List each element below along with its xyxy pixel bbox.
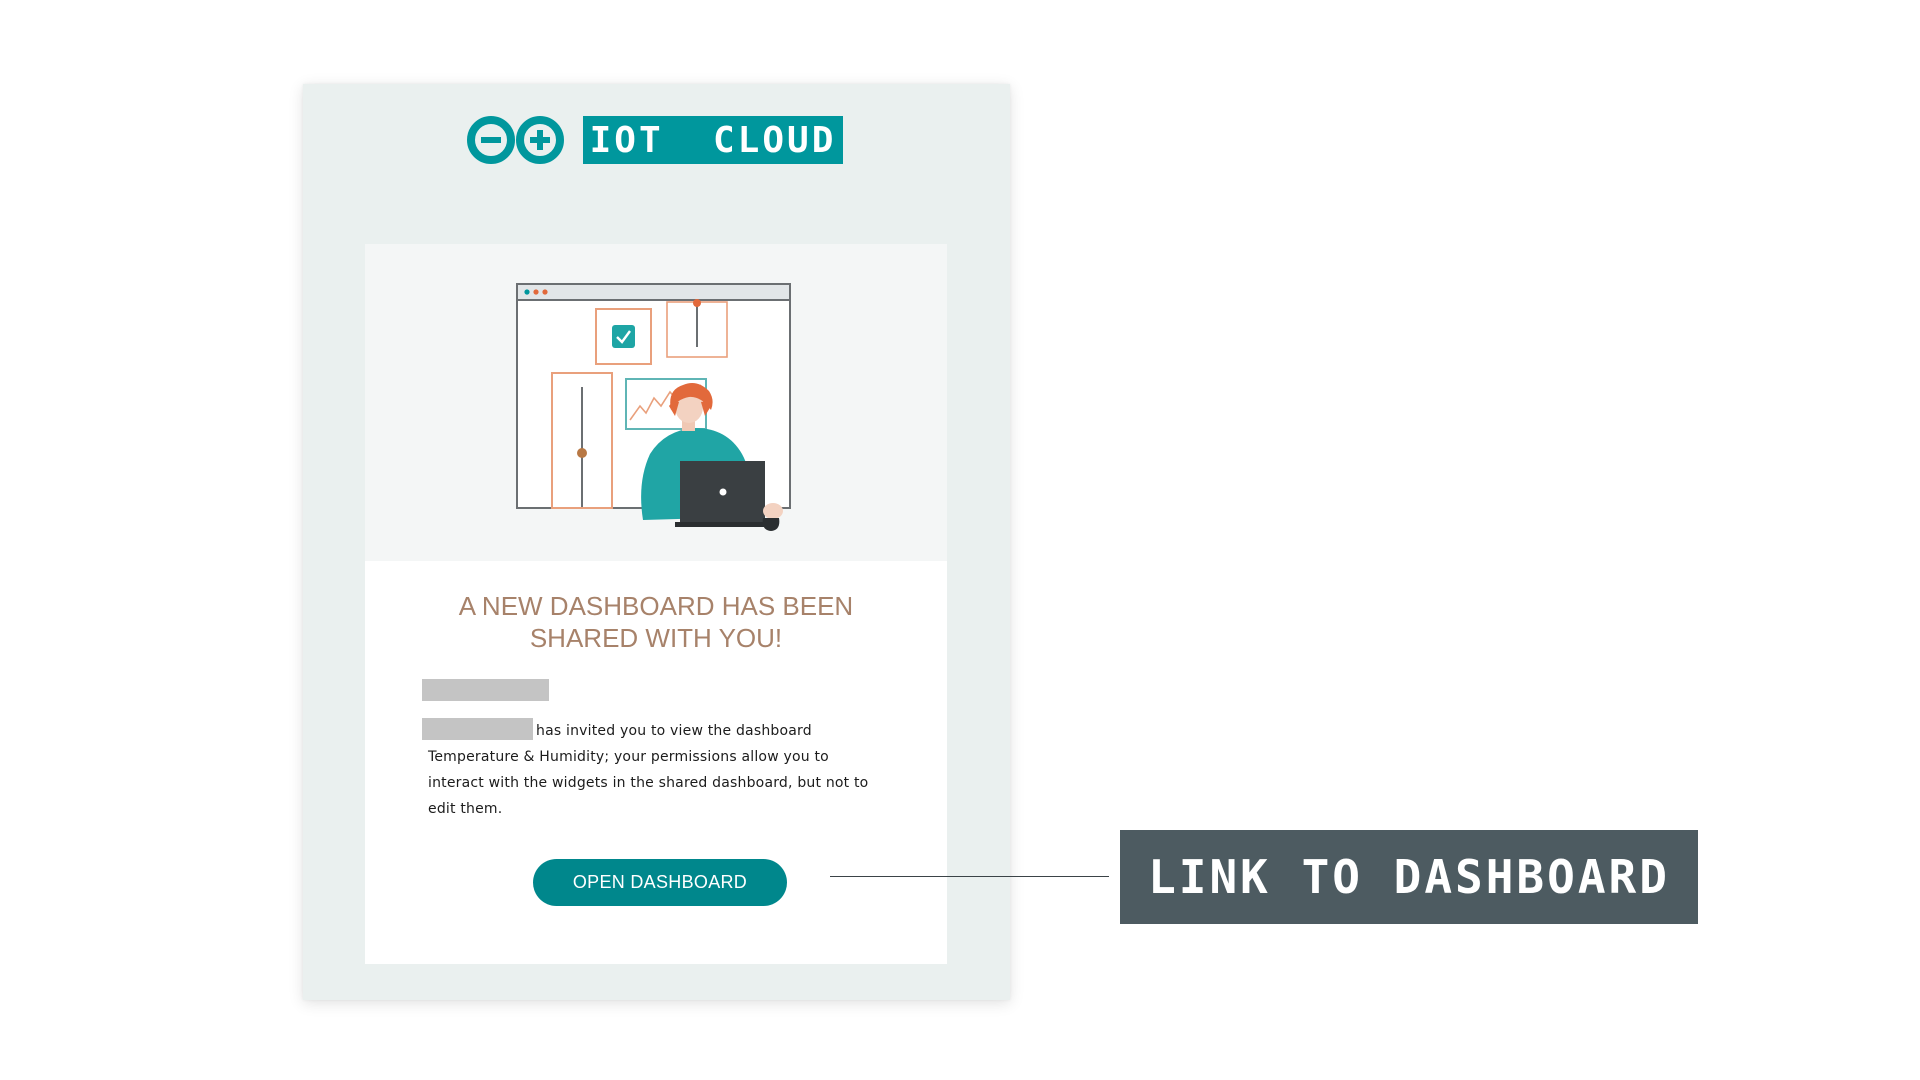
hero-area: [365, 244, 947, 561]
dashboard-user-illustration-icon: [516, 283, 791, 531]
email-headline: A NEW DASHBOARD HAS BEEN SHARED WITH YOU…: [405, 590, 907, 654]
callout-connector-line: [830, 876, 1109, 877]
arduino-infinity-logo-icon: [467, 116, 564, 164]
email-content-panel: A NEW DASHBOARD HAS BEEN SHARED WITH YOU…: [365, 244, 947, 964]
body-line-1-text: has invited you to view the dashboard: [536, 723, 812, 739]
email-body-text: has invited you to view the dashboard Te…: [428, 718, 888, 822]
open-dashboard-button[interactable]: OPEN DASHBOARD: [533, 859, 787, 906]
link-to-dashboard-callout: LINK TO DASHBOARD: [1120, 830, 1698, 924]
body-line-3: interact with the widgets in the shared …: [428, 775, 869, 791]
redacted-recipient-name: [422, 679, 549, 701]
email-card: IOT CLOUD A NEW DASHBOARD HAS BEEN SHARE…: [303, 84, 1010, 1000]
body-line-2: Temperature & Humidity; your permissions…: [428, 749, 829, 765]
brand-label-box: IOT CLOUD: [583, 116, 843, 164]
brand-header: IOT CLOUD: [465, 115, 843, 165]
brand-name: IOT CLOUD: [589, 119, 837, 161]
body-line-1: has invited you to view the dashboard: [428, 718, 888, 744]
headline-line-1: A NEW DASHBOARD HAS BEEN: [458, 591, 854, 621]
headline-line-2: SHARED WITH YOU!: [529, 623, 783, 653]
callout-label: LINK TO DASHBOARD: [1148, 850, 1670, 904]
body-line-4: edit them.: [428, 801, 503, 817]
